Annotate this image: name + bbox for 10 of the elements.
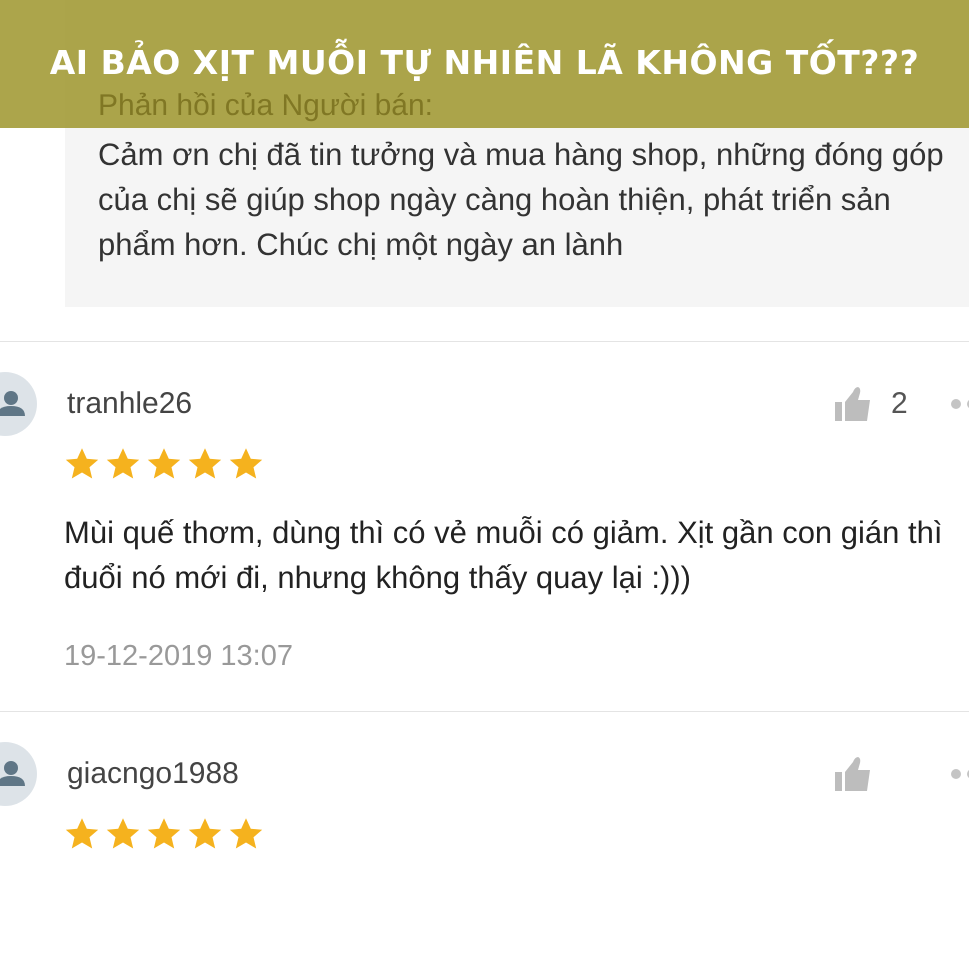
username: giacngo1988 (67, 757, 240, 791)
like-count: 2 (891, 387, 909, 421)
thumbs-up-icon[interactable] (835, 387, 871, 421)
review-text: Mùi quế thơm, dùng thì có vẻ muỗi có giảm. Xịt gần con gián thì đuổi nó mới đi, nhưng không thấy quay lại :))) (64, 514, 944, 597)
thumbs-up-icon[interactable] (835, 757, 871, 791)
more-icon[interactable] (951, 398, 969, 410)
username: tranhle26 (67, 387, 194, 421)
seller-reply-text: Cảm ơn chị đã tin tưởng và mua hàng shop, những đóng góp của chị sẽ giúp shop ngày càng hoàn thiện, phát triển sản phẩm hơn. Chúc chị một ngày an lành (98, 136, 945, 264)
more-icon[interactable] (951, 768, 969, 780)
review-date: 19-12-2019 13:07 (64, 640, 294, 673)
